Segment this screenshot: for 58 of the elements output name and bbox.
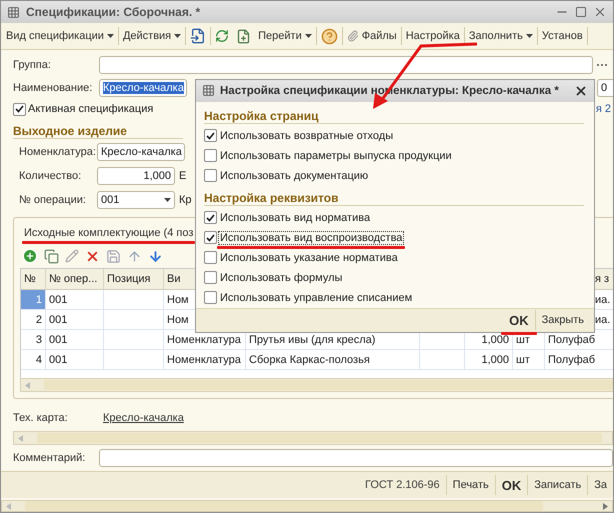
dialog-button[interactable]: Закрыть [534,310,590,330]
column-header[interactable]: № опер... [46,269,104,290]
menu-button[interactable]: Перейти [255,25,315,47]
menu-button[interactable]: Заполнить [466,25,536,47]
checkbox-label: Использовать параметры выпуска продукции [219,150,453,162]
section-heading: Выходное изделие [13,119,183,139]
table-cell: шт [513,350,545,370]
table-cell: 001 [46,330,104,350]
checkbox-label: Использовать вид норматива [219,212,372,224]
dialog-button[interactable]: OK [503,310,535,330]
nomenclature-field[interactable]: Кресло-качалка [97,142,185,160]
section-heading: Настройка страниц [204,104,584,124]
field-label: № операции: [19,194,87,206]
checkbox-label: Использовать вид воспроизводства [219,232,404,244]
table-cell: Номенклатура [164,330,246,350]
link-text[interactable]: я 2 [596,103,613,115]
files-button[interactable]: Файлы [344,25,400,47]
field-label: Тех. карта: [13,412,69,424]
table-cell: 001 [46,350,104,370]
field-label: Номенклатура: [19,146,93,158]
field-label: Наименование: [13,82,94,94]
field-label: Группа: [13,59,52,71]
field-label: Е [179,170,186,182]
quantity-field[interactable]: 1,000 [97,167,175,185]
table-cell: Номенклатура [164,350,246,370]
operation-field[interactable]: 001 [97,191,175,209]
tab[interactable]: Исходные комплектующие (4 поз [24,227,194,239]
standard-label: ГОСТ 2.106-96 [364,479,441,491]
footer-button[interactable]: Записать [527,475,588,495]
column-header[interactable]: № [21,269,46,290]
field-label: Кр [179,194,192,206]
toolbar-button[interactable]: Установ [538,25,586,47]
table-cell[interactable]: 3 [21,330,46,350]
checkbox-label: Использовать указание норматива [219,252,399,264]
column-header[interactable]: Позиция [104,269,164,290]
section-heading: Настройка реквизитов [204,186,584,206]
footer-button[interactable]: Печать [446,475,495,495]
field-label: Комментарий: [13,452,86,464]
table-cell: 001 [46,310,104,330]
toolbar-button[interactable]: Настройка [402,25,463,47]
field-label: Количество: [19,170,82,182]
footer-button[interactable]: За [587,475,613,495]
name-field[interactable]: Кресло-качалка [99,79,187,97]
table-cell[interactable]: 2 [21,310,46,330]
footer-button[interactable]: OK [494,475,528,495]
table-cell[interactable]: 4 [21,350,46,370]
checkbox-label: Использовать документацию [219,170,370,182]
menu-button[interactable]: Вид спецификации [3,25,117,47]
table-cell: 1,000 [465,350,513,370]
window-title: Спецификации: Сборочная. * [26,5,202,19]
table-cell: Сборка Каркас-полозья [246,350,420,370]
checkbox-label: Активная спецификация [28,103,154,115]
table-cell: 001 [46,290,104,310]
checkbox-label: Использовать возвратные отходы [219,130,394,142]
tech-card-link[interactable]: Кресло-качалка [103,412,184,424]
side-field[interactable]: 0 [597,79,613,97]
checkbox-label: Использовать формулы [219,272,344,284]
menu-button[interactable]: Действия [120,25,184,47]
